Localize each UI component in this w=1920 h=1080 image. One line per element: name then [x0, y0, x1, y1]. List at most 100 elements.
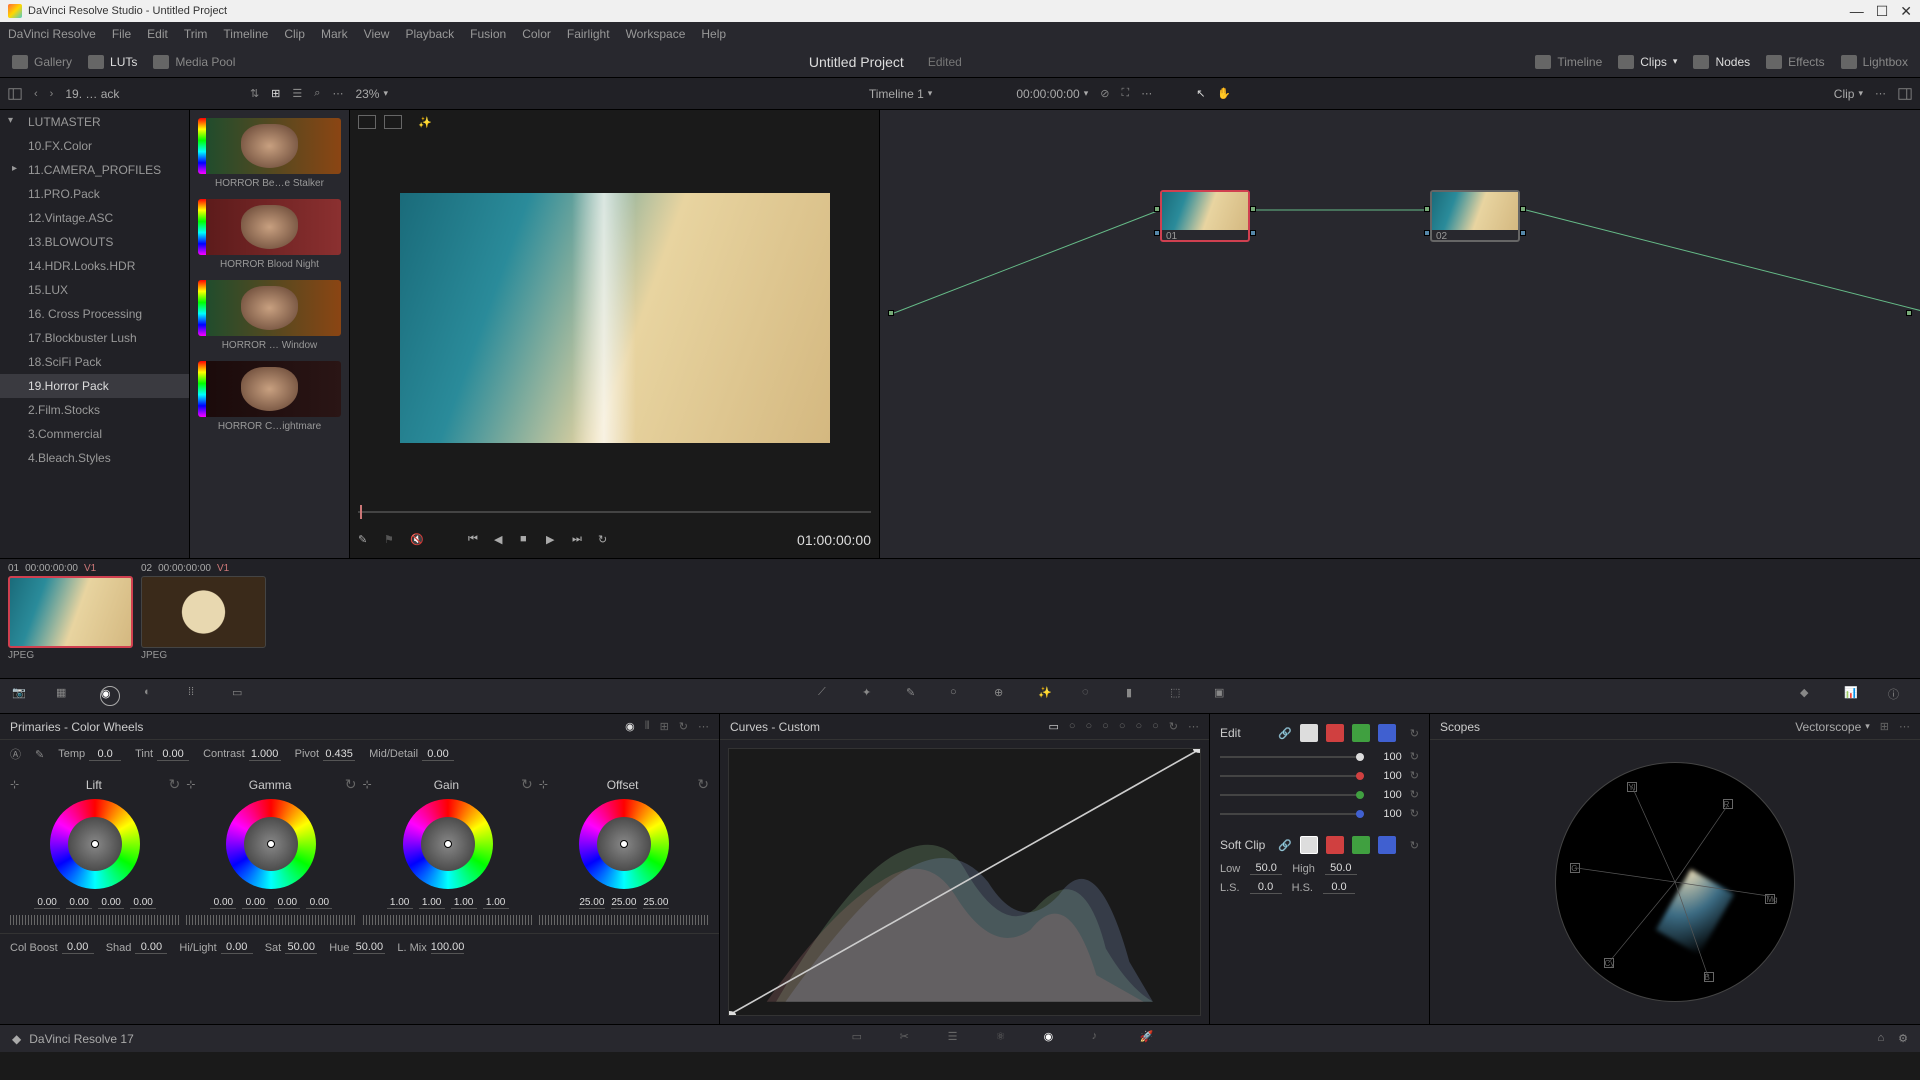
wheel-value[interactable]: 1.00 — [419, 897, 445, 909]
maximize-button[interactable]: ☐ — [1876, 3, 1889, 20]
reset-icon[interactable]: ↻ — [1410, 839, 1419, 852]
warper-icon[interactable]: ✦ — [862, 686, 882, 706]
more-icon[interactable]: ⋯ — [1188, 720, 1199, 733]
nav-fwd-icon[interactable]: › — [50, 88, 54, 100]
node-input-dot[interactable] — [1154, 206, 1160, 212]
wheel-value[interactable]: 1.00 — [451, 897, 477, 909]
expand-icon[interactable]: ⛶ — [1121, 87, 1129, 100]
menu-playback[interactable]: Playback — [405, 27, 454, 41]
camera-raw-icon[interactable]: 📷 — [12, 686, 32, 706]
tracking-icon[interactable]: ⊕ — [994, 686, 1014, 706]
gallery-button[interactable]: Gallery — [12, 55, 72, 69]
color-page-icon[interactable]: ◉ — [1044, 1030, 1064, 1048]
minimize-button[interactable]: — — [1850, 3, 1864, 20]
step-back-icon[interactable]: ◀ — [494, 533, 508, 547]
wheel-slider[interactable] — [539, 915, 709, 925]
clip-item[interactable]: 0200:00:00:00V1 JPEG — [141, 563, 266, 674]
node-output-dot[interactable] — [1520, 206, 1526, 212]
nodes-button[interactable]: Nodes — [1693, 55, 1750, 69]
lut-thumbnail[interactable] — [198, 199, 341, 255]
fairlight-page-icon[interactable]: ♪ — [1092, 1030, 1112, 1048]
menu-trim[interactable]: Trim — [184, 27, 208, 41]
sidebar-item[interactable]: 10.FX.Color — [0, 134, 189, 158]
magic-icon[interactable]: ✨ — [418, 116, 432, 129]
clip-mode-dropdown[interactable]: Clip▾ — [1834, 87, 1863, 101]
hdr-wheels-icon[interactable]: ◐ — [144, 686, 164, 706]
motion-icon[interactable]: ▭ — [232, 686, 252, 706]
hilight-value[interactable]: 0.00 — [221, 941, 253, 954]
curves-mode-icon[interactable]: ▭ — [1048, 720, 1058, 733]
scopes-icon[interactable]: 📊 — [1844, 686, 1864, 706]
fusion-page-icon[interactable]: ⚛ — [996, 1030, 1016, 1048]
timeline-button[interactable]: Timeline — [1535, 55, 1602, 69]
lut-thumbnail[interactable] — [198, 361, 341, 417]
deliver-page-icon[interactable]: 🚀 — [1140, 1030, 1160, 1048]
3d-icon[interactable]: ▣ — [1214, 686, 1234, 706]
scope-mode-dropdown[interactable]: Vectorscope▾ — [1795, 720, 1870, 734]
link-icon[interactable]: 🔗 — [1278, 727, 1292, 740]
channel-b-chip[interactable] — [1378, 724, 1396, 742]
clip-thumbnail[interactable] — [141, 576, 266, 648]
blur-icon[interactable]: ◌ — [1082, 686, 1102, 706]
menu-workspace[interactable]: Workspace — [626, 27, 686, 41]
lmix-value[interactable]: 100.00 — [431, 941, 465, 954]
node-output-dot[interactable] — [1250, 206, 1256, 212]
wheel-value[interactable]: 25.00 — [611, 897, 637, 909]
menu-file[interactable]: File — [112, 27, 131, 41]
sidebar-item[interactable]: 14.HDR.Looks.HDR — [0, 254, 189, 278]
wheel-value[interactable]: 0.00 — [274, 897, 300, 909]
sidebar-item[interactable]: 11.PRO.Pack — [0, 182, 189, 206]
curves-mode-icon[interactable]: ○ — [1086, 720, 1093, 733]
clip-item[interactable]: 0100:00:00:00V1 JPEG — [8, 563, 133, 674]
qualifier-icon[interactable]: ✎ — [906, 686, 926, 706]
more-icon[interactable]: ⋯ — [1141, 87, 1152, 100]
marker-icon[interactable]: ✎ — [358, 533, 372, 547]
loop-icon[interactable]: ↻ — [598, 533, 612, 547]
sidebar-item[interactable]: 18.SciFi Pack — [0, 350, 189, 374]
temp-value[interactable]: 0.0 — [89, 748, 121, 761]
key-icon[interactable]: ▮ — [1126, 686, 1146, 706]
colboost-value[interactable]: 0.00 — [62, 941, 94, 954]
node-output-dot[interactable] — [1250, 230, 1256, 236]
channel-value[interactable]: 100 — [1372, 770, 1402, 782]
node-output-dot[interactable] — [1520, 230, 1526, 236]
search-icon[interactable]: ⌕ — [314, 87, 320, 100]
wheel-reset-icon[interactable]: ↻ — [169, 776, 181, 793]
menu-timeline[interactable]: Timeline — [223, 27, 268, 41]
channel-slider[interactable] — [1220, 794, 1364, 796]
edit-page-icon[interactable]: ☰ — [948, 1030, 968, 1048]
curves-mode-icon[interactable]: ○ — [1152, 720, 1159, 733]
node-input-dot[interactable] — [1424, 206, 1430, 212]
reset-icon[interactable]: ↻ — [1410, 769, 1419, 782]
window-icon[interactable]: ○ — [950, 686, 970, 706]
wheel-reset-icon[interactable]: ↻ — [345, 776, 357, 793]
wheel-value[interactable]: 1.00 — [483, 897, 509, 909]
curves-icon[interactable]: ⟋ — [818, 686, 838, 706]
panel-icon[interactable] — [8, 87, 22, 101]
wheel-value[interactable]: 0.00 — [98, 897, 124, 909]
prev-clip-icon[interactable]: ⏮ — [468, 533, 482, 547]
reset-icon[interactable]: ↻ — [1410, 788, 1419, 801]
sat-value[interactable]: 50.00 — [285, 941, 317, 954]
wheel-value[interactable]: 25.00 — [579, 897, 605, 909]
reset-icon[interactable]: ↻ — [1410, 750, 1419, 763]
viewer-mode-icon[interactable] — [358, 115, 376, 129]
wheel-reset-icon[interactable]: ↻ — [521, 776, 533, 793]
reset-icon[interactable]: ↻ — [679, 720, 688, 733]
sidebar-item[interactable]: 2.Film.Stocks — [0, 398, 189, 422]
shad-value[interactable]: 0.00 — [135, 941, 167, 954]
reset-icon[interactable]: ↻ — [1410, 727, 1419, 740]
curves-editor[interactable] — [728, 748, 1201, 1016]
info-icon[interactable]: ⓘ — [1888, 686, 1908, 706]
more-icon[interactable]: ⋯ — [698, 720, 709, 733]
pointer-icon[interactable]: ↖ — [1196, 87, 1205, 100]
wheel-value[interactable]: 0.00 — [306, 897, 332, 909]
tint-value[interactable]: 0.00 — [157, 748, 189, 761]
channel-value[interactable]: 100 — [1372, 808, 1402, 820]
lut-item[interactable]: HORROR … Window — [198, 280, 341, 351]
settings-icon[interactable]: ⚙ — [1898, 1032, 1908, 1045]
wheel-value[interactable]: 0.00 — [242, 897, 268, 909]
reset-icon[interactable]: ↻ — [1410, 807, 1419, 820]
wheel-slider[interactable] — [363, 915, 533, 925]
panel-icon[interactable] — [1898, 87, 1912, 101]
